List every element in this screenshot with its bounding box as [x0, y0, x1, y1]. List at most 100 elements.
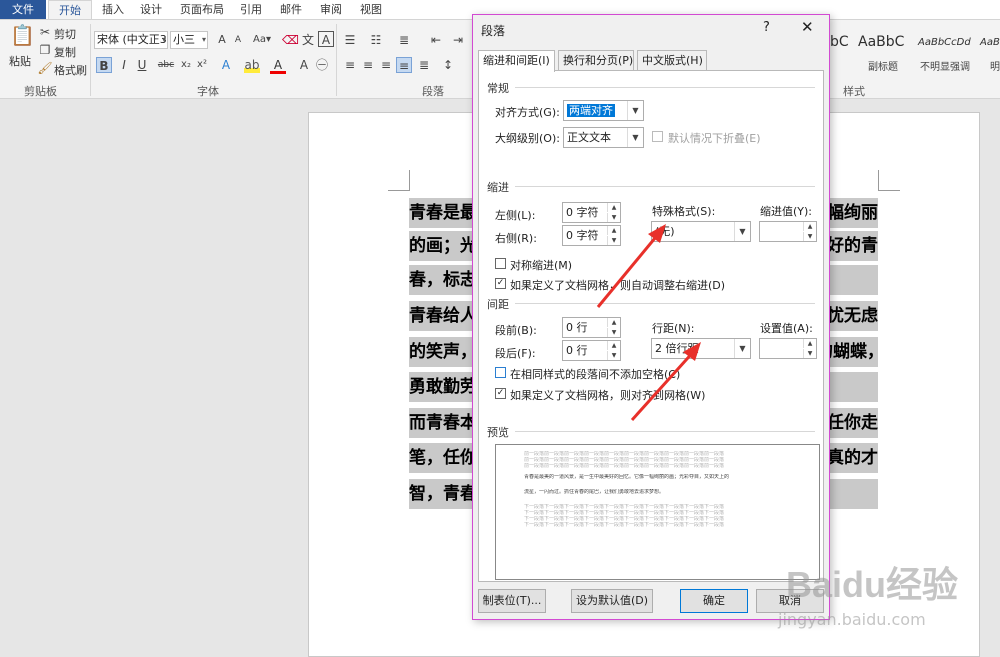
strikethrough-icon[interactable]: abc	[156, 57, 176, 73]
tab-file[interactable]: 文件	[0, 0, 46, 19]
doc-line[interactable]: 的笑声，	[409, 337, 473, 367]
tab-references[interactable]: 引用	[234, 0, 268, 19]
spin-down-icon[interactable]: ▼	[607, 328, 620, 337]
style-sample-subtle-emphasis[interactable]: AaBbCcDd	[918, 37, 971, 48]
bold-icon[interactable]: B	[96, 57, 112, 73]
special-indent-select[interactable]: (无) ▼	[651, 221, 751, 242]
font-name-combo[interactable]: 宋体 (中文正3 ▾	[94, 31, 168, 49]
tab-design[interactable]: 设计	[134, 0, 168, 19]
spin-up-icon[interactable]: ▲	[607, 341, 620, 350]
text-effects-icon[interactable]: A	[218, 57, 234, 73]
space-after-spinner[interactable]: 0 行 ▲ ▼	[562, 340, 621, 361]
char-border-icon[interactable]: A	[318, 31, 334, 47]
spin-down-icon[interactable]: ▼	[803, 349, 816, 358]
tab-indents-spacing[interactable]: 缩进和间距(I)	[478, 50, 555, 72]
indent-right-spinner[interactable]: 0 字符 ▲ ▼	[562, 225, 621, 246]
tab-insert[interactable]: 插入	[96, 0, 130, 19]
char-shading-icon[interactable]: A	[296, 57, 312, 73]
phonetic-guide-icon[interactable]: 文	[300, 32, 316, 48]
font-size-combo[interactable]: 小三 ▾	[170, 31, 208, 49]
doc-line-end[interactable]	[826, 372, 878, 402]
set-default-button[interactable]: 设为默认值(D)	[571, 589, 653, 613]
spin-up-icon[interactable]: ▲	[607, 318, 620, 327]
style-sample-emphasis[interactable]: AaBb	[980, 37, 1000, 48]
indent-by-spinner[interactable]: ▲ ▼	[759, 221, 817, 242]
font-color-icon[interactable]: A	[270, 57, 286, 74]
indent-left-spinner[interactable]: 0 字符 ▲ ▼	[562, 202, 621, 223]
align-left-icon[interactable]: ≡	[342, 57, 358, 73]
tabs-button[interactable]: 制表位(T)...	[478, 589, 546, 613]
superscript-icon[interactable]: x²	[194, 57, 210, 73]
cut-button[interactable]: 剪切	[54, 26, 76, 42]
tab-line-page-breaks[interactable]: 换行和分页(P)	[558, 50, 634, 71]
spacing-at-spinner[interactable]: ▲ ▼	[759, 338, 817, 359]
format-painter-button[interactable]: 格式刷	[54, 62, 87, 78]
doc-line-end[interactable]: 好的青	[826, 231, 878, 261]
collapse-by-default-checkbox[interactable]	[652, 131, 663, 142]
subscript-icon[interactable]: x₂	[178, 57, 194, 73]
help-button[interactable]: ?	[763, 20, 770, 35]
doc-line[interactable]: 勇敢勤劳	[409, 372, 473, 402]
style-sample-subtitle[interactable]: AaBbC	[858, 34, 904, 50]
snap-to-grid-checkbox[interactable]: ✓	[495, 388, 506, 399]
increase-indent-icon[interactable]: ⇥	[450, 32, 466, 48]
distributed-icon[interactable]: ≣	[416, 57, 432, 73]
clear-format-icon[interactable]: ⌫	[282, 32, 299, 48]
change-case-icon[interactable]: Aa▾	[250, 32, 274, 48]
doc-line-end[interactable]: 幅绚丽	[826, 198, 878, 228]
doc-line[interactable]: 青春是最	[409, 198, 473, 228]
spin-up-icon[interactable]: ▲	[803, 222, 816, 231]
bullets-icon[interactable]: ☰	[342, 32, 358, 48]
spin-up-icon[interactable]: ▲	[803, 339, 816, 348]
justify-icon[interactable]: ≡	[396, 57, 412, 73]
doc-line[interactable]: 而青春本	[409, 408, 473, 438]
tab-mailings[interactable]: 邮件	[274, 0, 308, 19]
line-spacing-icon[interactable]: ↕	[440, 57, 456, 73]
copy-button[interactable]: 复制	[54, 44, 76, 60]
tab-home[interactable]: 开始	[48, 0, 92, 19]
doc-line-end[interactable]	[826, 265, 878, 295]
auto-adjust-indent-checkbox[interactable]: ✓	[495, 278, 506, 289]
tab-review[interactable]: 审阅	[314, 0, 348, 19]
alignment-select[interactable]: 两端对齐 ▼	[563, 100, 644, 121]
doc-line[interactable]: 春，标志	[409, 265, 473, 295]
spin-up-icon[interactable]: ▲	[607, 226, 620, 235]
paste-icon[interactable]: 📋	[10, 25, 35, 49]
align-center-icon[interactable]: ≡	[360, 57, 376, 73]
decrease-indent-icon[interactable]: ⇤	[428, 32, 444, 48]
tab-view[interactable]: 视图	[354, 0, 388, 19]
style-sample[interactable]: bC	[830, 34, 849, 50]
multilevel-list-icon[interactable]: ≣	[396, 32, 412, 48]
tab-layout[interactable]: 页面布局	[174, 0, 230, 19]
doc-line[interactable]: 的画；光	[409, 231, 473, 261]
doc-line[interactable]: 笔，任你	[409, 443, 473, 473]
tab-asian-typography[interactable]: 中文版式(H)	[637, 50, 707, 71]
spin-up-icon[interactable]: ▲	[607, 203, 620, 212]
spin-down-icon[interactable]: ▼	[607, 236, 620, 245]
no-space-same-style-checkbox[interactable]	[495, 367, 506, 378]
italic-icon[interactable]: I	[116, 57, 132, 73]
ok-button[interactable]: 确定	[680, 589, 748, 613]
shrink-font-icon[interactable]: A	[230, 32, 246, 48]
grow-font-icon[interactable]: A	[214, 32, 230, 48]
spin-down-icon[interactable]: ▼	[803, 232, 816, 241]
doc-line[interactable]: 智，青春	[409, 479, 473, 509]
line-spacing-select[interactable]: 2 倍行距 ▼	[651, 338, 751, 359]
enclose-char-icon[interactable]: ㊀	[314, 57, 330, 73]
paste-button[interactable]: 粘贴	[9, 53, 31, 69]
spin-down-icon[interactable]: ▼	[607, 213, 620, 222]
align-right-icon[interactable]: ≡	[378, 57, 394, 73]
doc-line[interactable]: 青春给人	[409, 301, 473, 331]
doc-line-end[interactable]: 任你走	[826, 408, 878, 438]
highlight-icon[interactable]: ab	[244, 57, 260, 73]
doc-line-end[interactable]	[826, 479, 878, 509]
outline-level-select[interactable]: 正文文本 ▼	[563, 127, 644, 148]
space-before-spinner[interactable]: 0 行 ▲ ▼	[562, 317, 621, 338]
mirror-indents-checkbox[interactable]	[495, 258, 506, 269]
doc-line-end[interactable]: 真的才	[826, 443, 878, 473]
close-button[interactable]: ✕	[801, 18, 814, 36]
numbering-icon[interactable]: ☷	[368, 32, 384, 48]
doc-line-end[interactable]: 忧无虑	[826, 301, 878, 331]
underline-icon[interactable]: U	[134, 57, 150, 73]
spin-down-icon[interactable]: ▼	[607, 351, 620, 360]
